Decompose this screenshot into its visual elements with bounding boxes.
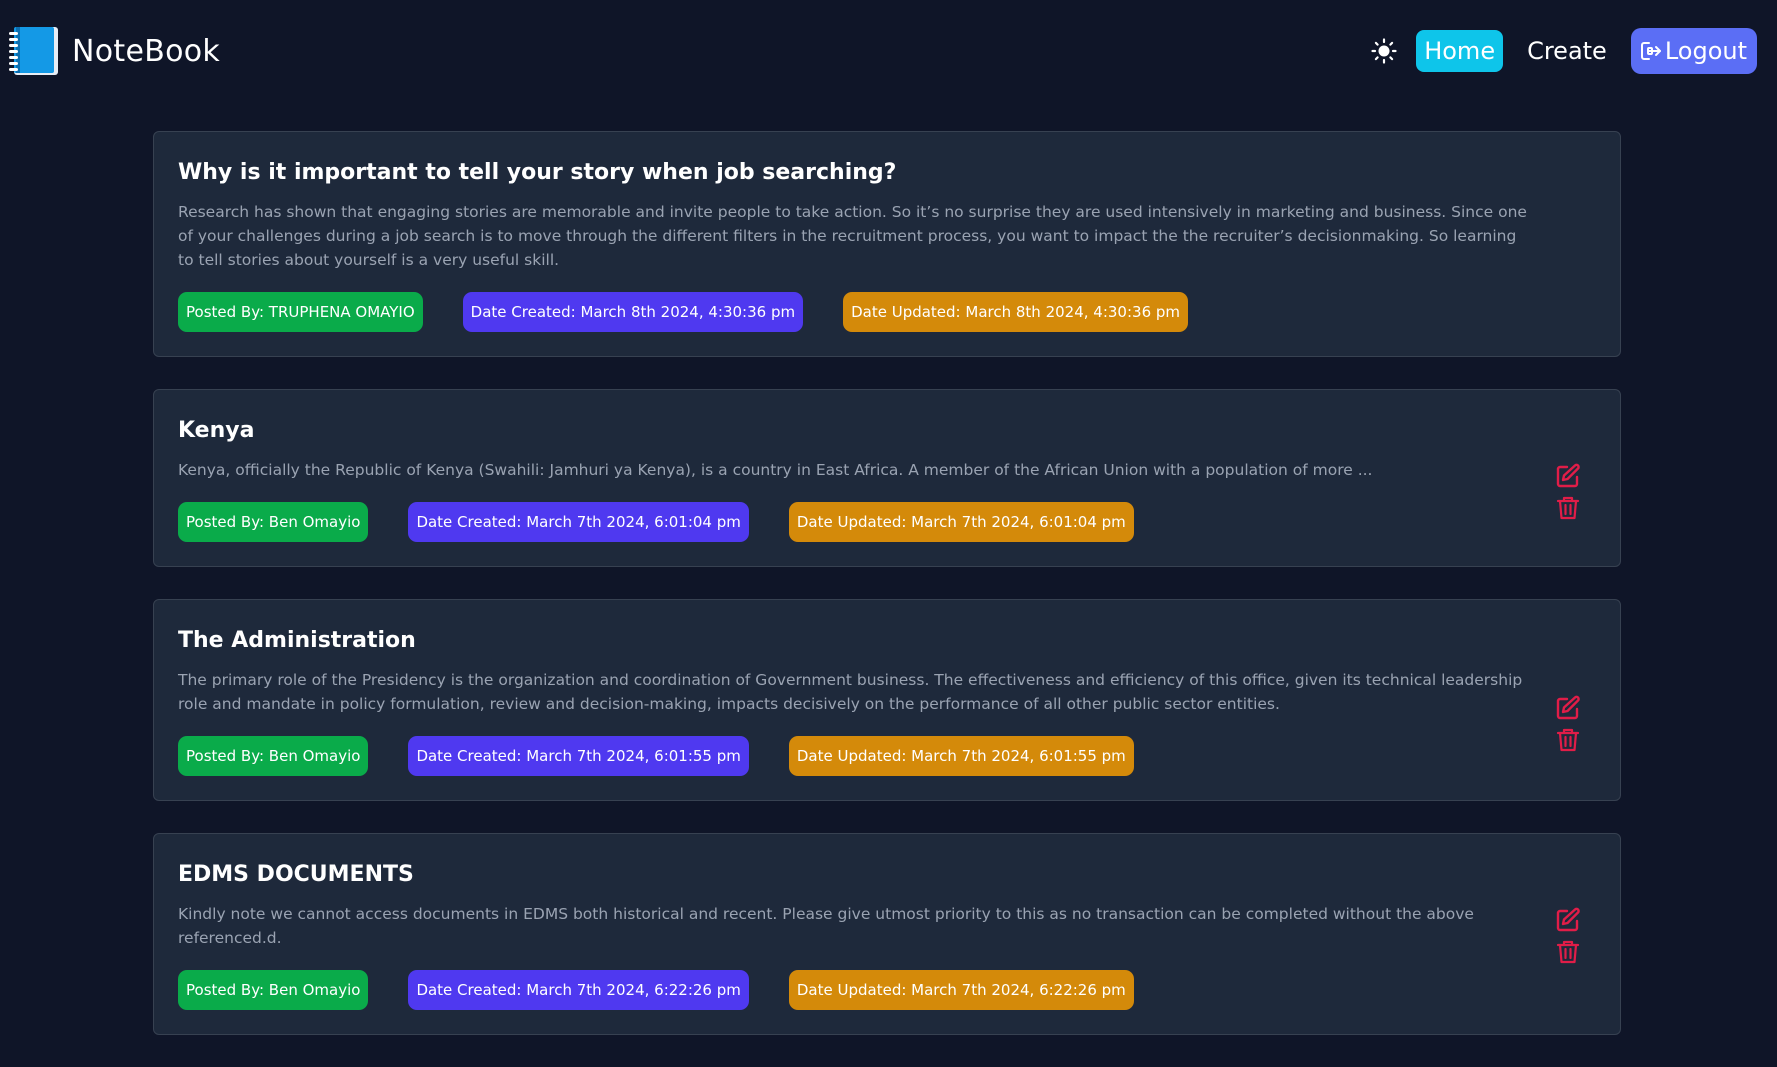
trash-icon[interactable]	[1554, 938, 1582, 966]
theme-toggle[interactable]	[1368, 35, 1400, 67]
logout-button[interactable]: Logout	[1630, 28, 1757, 74]
date-created-badge: Date Created: March 7th 2024, 6:01:04 pm	[408, 502, 749, 542]
trash-icon[interactable]	[1554, 726, 1582, 754]
posted-by-badge: Posted By: Ben Omayio	[178, 736, 369, 776]
note-title: The Administration	[178, 628, 416, 653]
note-card: EDMS DOCUMENTS Kindly note we cannot acc…	[153, 833, 1621, 1035]
date-created-badge: Date Created: March 7th 2024, 6:01:55 pm	[408, 736, 749, 776]
date-created-badge: Date Created: March 8th 2024, 4:30:36 pm	[462, 292, 804, 332]
notebook-logo-icon	[9, 27, 58, 75]
note-card: Why is it important to tell your story w…	[153, 131, 1621, 357]
note-card: Kenya Kenya, officially the Republic of …	[153, 389, 1621, 567]
logout-label: Logout	[1664, 37, 1747, 65]
edit-icon[interactable]	[1554, 906, 1582, 934]
note-card: The Administration The primary role of t…	[153, 599, 1621, 801]
note-actions	[1554, 906, 1582, 966]
nav-create-link[interactable]: Create	[1519, 30, 1615, 72]
date-updated-badge: Date Updated: March 7th 2024, 6:01:55 pm	[788, 736, 1134, 776]
brand[interactable]: NoteBook	[8, 25, 220, 77]
note-badges: Posted By: TRUPHENA OMAYIO Date Created:…	[178, 292, 1596, 332]
nav-links: Home Create Logout	[1368, 28, 1757, 74]
note-badges: Posted By: Ben Omayio Date Created: Marc…	[178, 970, 1596, 1010]
note-body: Research has shown that engaging stories…	[178, 203, 1527, 269]
date-updated-badge: Date Updated: March 7th 2024, 6:22:26 pm	[788, 970, 1134, 1010]
navbar: NoteBook Home Create Logout	[0, 0, 1777, 102]
date-created-badge: Date Created: March 7th 2024, 6:22:26 pm	[408, 970, 749, 1010]
app-name: NoteBook	[72, 33, 221, 69]
posted-by-badge: Posted By: Ben Omayio	[178, 502, 369, 542]
note-title: Why is it important to tell your story w…	[178, 160, 897, 185]
note-actions	[1554, 694, 1582, 754]
note-badges: Posted By: Ben Omayio Date Created: Marc…	[178, 502, 1596, 542]
logout-icon	[1640, 42, 1661, 60]
note-badges: Posted By: Ben Omayio Date Created: Marc…	[178, 736, 1596, 776]
notes-list: Why is it important to tell your story w…	[153, 131, 1621, 1067]
sun-icon	[1371, 38, 1397, 64]
date-updated-badge: Date Updated: March 7th 2024, 6:01:04 pm	[788, 502, 1134, 542]
edit-icon[interactable]	[1554, 694, 1582, 722]
nav-home-link[interactable]: Home	[1416, 30, 1504, 72]
trash-icon[interactable]	[1554, 494, 1582, 522]
note-body: The primary role of the Presidency is th…	[178, 671, 1523, 713]
note-title: EDMS DOCUMENTS	[178, 862, 414, 887]
note-body: Kenya, officially the Republic of Kenya …	[178, 461, 1373, 479]
date-updated-badge: Date Updated: March 8th 2024, 4:30:36 pm	[843, 292, 1189, 332]
posted-by-badge: Posted By: Ben Omayio	[178, 970, 369, 1010]
edit-icon[interactable]	[1554, 462, 1582, 490]
note-body: Kindly note we cannot access documents i…	[178, 905, 1474, 947]
note-title: Kenya	[178, 418, 255, 443]
note-actions	[1554, 462, 1582, 522]
posted-by-badge: Posted By: TRUPHENA OMAYIO	[178, 292, 423, 332]
